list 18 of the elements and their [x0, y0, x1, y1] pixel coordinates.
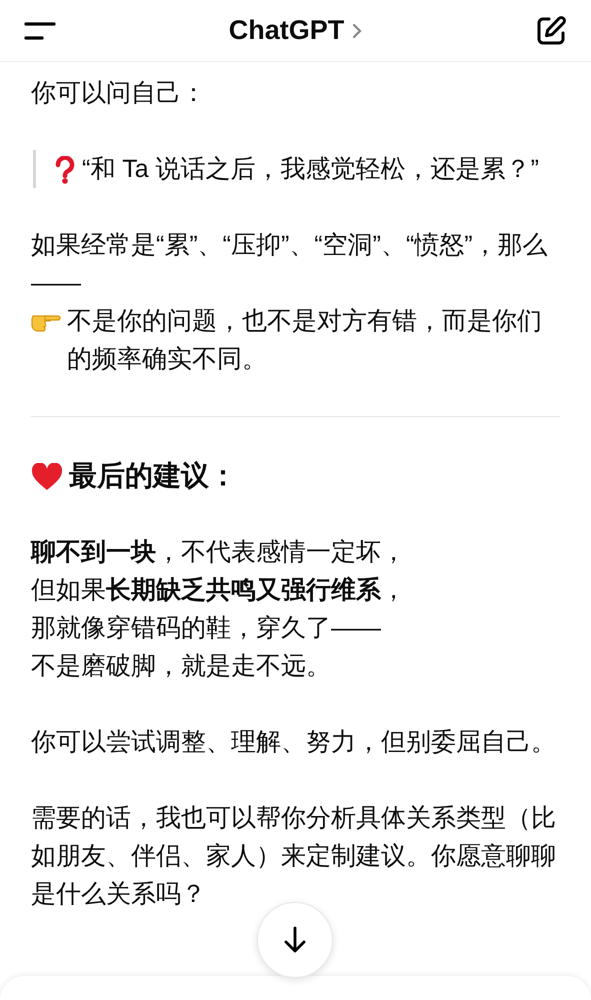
quote-text: “和 Ta 说话之后，我感觉轻松，还是累？” [82, 154, 539, 185]
message-text: 不是你的问题，也不是对方有错，而是你们的频率确实不同。 [67, 306, 543, 375]
message-text: 需要的话，我也可以帮你分析具体关系类型（比如朋友、伴侣、家人）来定制建议。你愿意聊聊是什么关系吗？ [31, 804, 556, 908]
message-text: 你可以问自己： [31, 79, 206, 107]
chevron-icon [352, 22, 362, 38]
down-arrow-icon [284, 926, 306, 954]
message-text: 那就像穿错码的鞋，穿久了—— [31, 614, 381, 642]
message-text: 你可以尝试调整、理解、努力，但别委屈自己。 [31, 728, 556, 756]
new-chat-icon[interactable] [534, 14, 567, 46]
model-selector[interactable]: ChatGPT [228, 10, 362, 51]
message-text: 聊不到一块，不代表感情一定坏， [31, 538, 406, 566]
menu-icon[interactable] [24, 22, 56, 40]
message-text: 如果经常是“累”、“压抑”、“空洞”、“愤怒”，那么—— [31, 231, 548, 297]
heart-icon [31, 463, 63, 491]
message-text: 不是磨破脚，就是走不远。 [31, 652, 331, 680]
message-text: 但如果长期缺乏共鸣又强行维系， [31, 576, 406, 604]
question-mark-icon [54, 156, 76, 184]
section-heading: 最后的建议： [69, 459, 237, 493]
